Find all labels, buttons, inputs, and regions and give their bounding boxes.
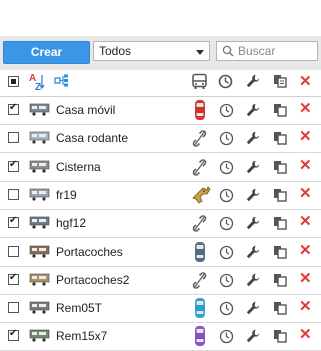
wrench-icon[interactable] — [246, 103, 260, 120]
table-row[interactable]: Rem05T ✕ — [0, 294, 321, 324]
copy-icon[interactable] — [273, 329, 287, 346]
row-checkbox[interactable] — [8, 102, 19, 115]
unit-thumbnail-icon — [29, 216, 50, 229]
bus-icon[interactable] — [191, 73, 208, 90]
unit-name[interactable]: Rem05T — [56, 301, 102, 315]
copy-icon[interactable] — [273, 273, 287, 290]
delete-icon[interactable]: ✕ — [299, 129, 312, 144]
group-tree-icon[interactable] — [54, 74, 70, 88]
clock-icon[interactable] — [219, 188, 234, 206]
search-placeholder: Buscar — [238, 44, 276, 58]
unit-name[interactable]: Casa rodante — [56, 131, 128, 145]
delete-icon[interactable]: ✕ — [299, 186, 312, 201]
clock-icon[interactable] — [219, 216, 234, 234]
row-checkbox[interactable] — [8, 132, 19, 144]
wrench-icon[interactable] — [246, 301, 260, 318]
row-checkbox[interactable] — [8, 302, 19, 314]
unit-name[interactable]: Rem15x7 — [56, 329, 107, 343]
unit-thumbnail-icon — [29, 329, 50, 342]
clock-icon[interactable] — [219, 301, 234, 319]
unlinked-icon[interactable] — [191, 269, 209, 291]
copy-icon[interactable] — [273, 216, 287, 233]
row-checkbox[interactable] — [8, 215, 19, 229]
table-row[interactable]: Cisterna ✕ — [0, 153, 321, 182]
unit-thumbnail-icon — [29, 160, 50, 173]
car-blue-icon[interactable] — [191, 297, 209, 319]
unlinked-icon[interactable] — [191, 212, 209, 234]
delete-icon[interactable]: ✕ — [299, 214, 312, 229]
wrench-icon[interactable] — [246, 188, 260, 205]
chevron-down-icon — [196, 50, 204, 55]
unit-thumbnail-icon — [29, 273, 50, 286]
delete-icon[interactable]: ✕ — [299, 243, 312, 258]
svg-text:Z: Z — [35, 82, 41, 92]
unit-thumbnail-icon — [29, 131, 50, 144]
clock-icon[interactable] — [219, 245, 234, 263]
wrench-icon[interactable] — [246, 273, 260, 290]
clock-icon[interactable] — [219, 329, 234, 347]
unit-name[interactable]: Portacoches2 — [56, 273, 129, 287]
table-row[interactable]: hgf12 ✕ — [0, 209, 321, 239]
copy-icon[interactable] — [273, 103, 287, 120]
unit-name[interactable]: Casa móvil — [56, 103, 115, 117]
unit-thumbnail-icon — [29, 301, 50, 314]
unit-thumbnail-icon — [29, 103, 50, 116]
unlinked-icon[interactable] — [191, 156, 209, 178]
list-copy-icon[interactable] — [273, 74, 287, 88]
copy-icon[interactable] — [273, 188, 287, 205]
unlinked-icon[interactable] — [191, 127, 209, 149]
wrench-icon[interactable] — [246, 245, 260, 262]
unit-thumbnail-icon — [29, 188, 50, 201]
wrench-icon[interactable] — [246, 216, 260, 233]
wrench-icon[interactable] — [246, 329, 260, 346]
row-checkbox[interactable] — [8, 272, 19, 285]
clock-icon[interactable] — [218, 74, 233, 89]
select-all-checkbox[interactable] — [8, 76, 19, 87]
unit-name[interactable]: Cisterna — [56, 160, 101, 174]
delete-icon[interactable]: ✕ — [299, 158, 312, 173]
wrench-icon[interactable] — [246, 74, 260, 88]
unit-name[interactable]: fr19 — [56, 188, 77, 202]
table-row[interactable]: Rem15x7 ✕ — [0, 322, 321, 351]
table-row[interactable]: Portacoches ✕ — [0, 238, 321, 267]
delete-icon[interactable]: ✕ — [299, 327, 312, 342]
wrench-icon[interactable] — [246, 160, 260, 177]
list-header: A Z ✕ — [0, 68, 321, 97]
row-checkbox[interactable] — [8, 328, 19, 342]
car-gray-icon[interactable] — [191, 241, 209, 263]
unit-name[interactable]: hgf12 — [56, 216, 86, 230]
row-checkbox[interactable] — [8, 188, 19, 200]
wrench-icon[interactable] — [246, 131, 260, 148]
table-row[interactable]: Casa móvil ✕ — [0, 96, 321, 125]
create-button[interactable]: Crear — [3, 41, 90, 64]
sort-az-icon[interactable]: A Z — [29, 72, 45, 92]
table-row[interactable]: Casa rodante ✕ — [0, 124, 321, 154]
filter-select[interactable]: Todos — [93, 41, 210, 61]
search-icon — [222, 45, 234, 57]
clock-icon[interactable] — [219, 131, 234, 149]
copy-icon[interactable] — [273, 245, 287, 262]
clock-icon[interactable] — [219, 273, 234, 291]
filter-select-value: Todos — [99, 44, 132, 58]
table-row[interactable]: Portacoches2 ✕ — [0, 266, 321, 295]
car-purple-icon[interactable] — [191, 325, 209, 347]
unit-name[interactable]: Portacoches — [56, 245, 123, 259]
delete-all-icon[interactable]: ✕ — [299, 74, 312, 89]
delete-icon[interactable]: ✕ — [299, 101, 312, 116]
gun-icon[interactable] — [191, 184, 211, 206]
delete-icon[interactable]: ✕ — [299, 271, 312, 286]
table-row[interactable]: fr19 ✕ — [0, 181, 321, 210]
delete-icon[interactable]: ✕ — [299, 299, 312, 314]
copy-icon[interactable] — [273, 131, 287, 148]
row-checkbox[interactable] — [8, 245, 19, 257]
unit-thumbnail-icon — [29, 245, 50, 258]
search-input[interactable]: Buscar — [216, 41, 318, 61]
copy-icon[interactable] — [273, 160, 287, 177]
copy-icon[interactable] — [273, 301, 287, 318]
clock-icon[interactable] — [219, 103, 234, 121]
car-red-icon[interactable] — [191, 99, 209, 121]
row-checkbox[interactable] — [8, 159, 19, 172]
clock-icon[interactable] — [219, 160, 234, 178]
